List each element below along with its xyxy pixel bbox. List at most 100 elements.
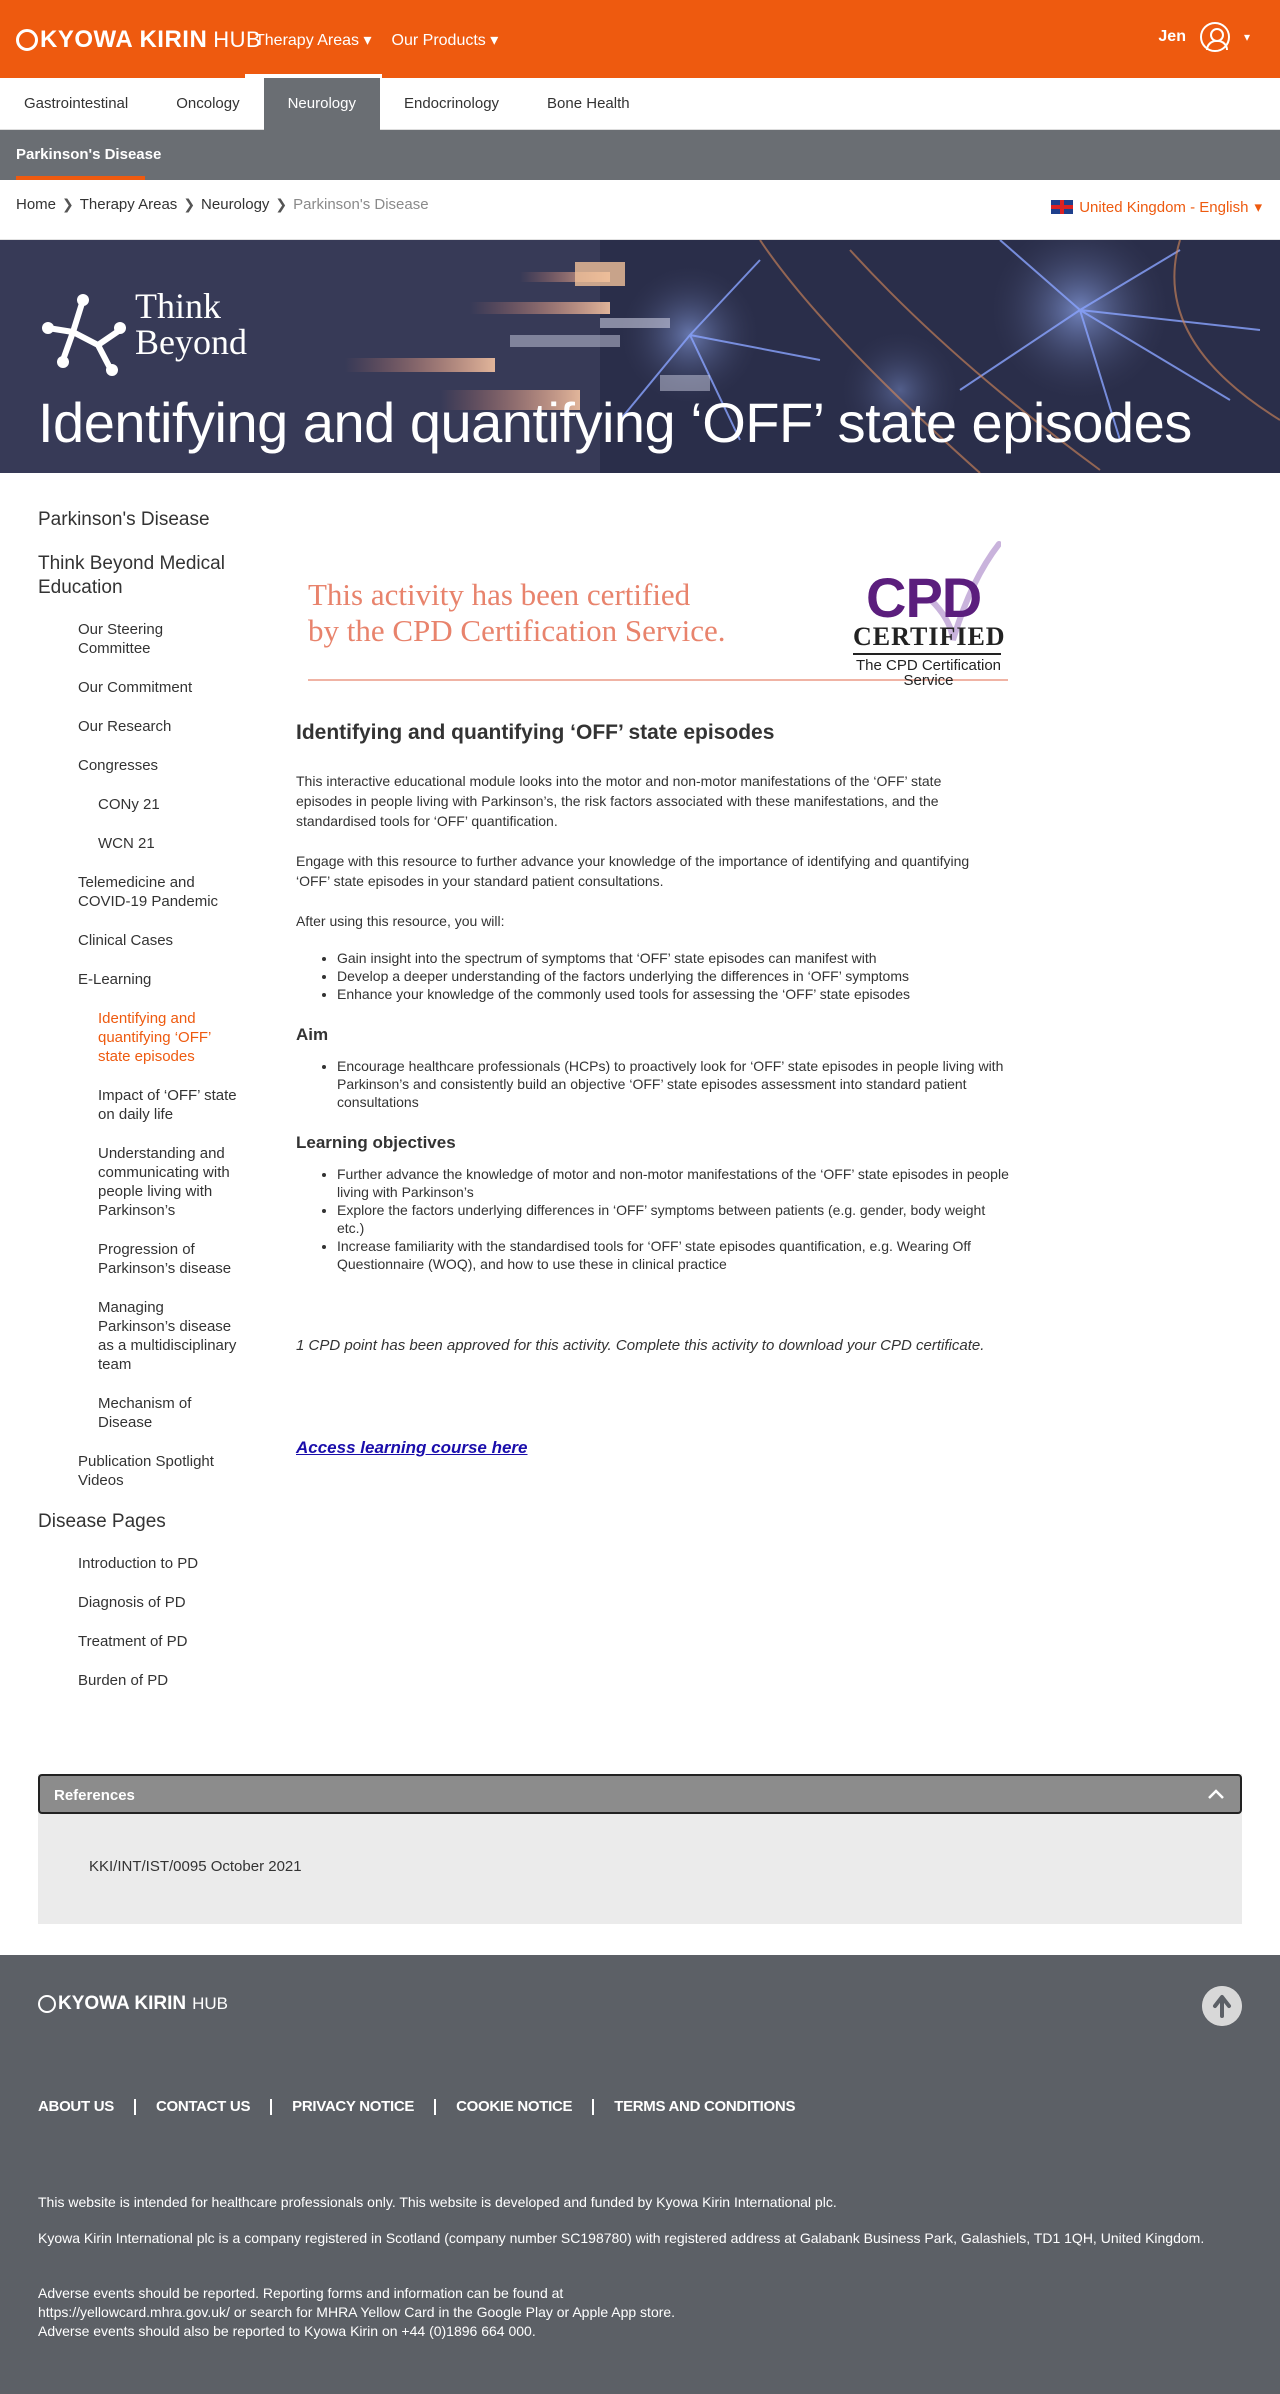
intro-paragraph: This interactive educational module look… bbox=[296, 773, 942, 829]
cpd-certified-statement: This activity has been certified by the … bbox=[308, 577, 798, 649]
aim-list: Encourage healthcare professionals (HCPs… bbox=[296, 1057, 1016, 1111]
tab-neurology[interactable]: Neurology bbox=[263, 78, 380, 130]
tab-oncology[interactable]: Oncology bbox=[152, 78, 263, 130]
sidebar-item-think-beyond[interactable]: Think Beyond Medical Education bbox=[38, 552, 238, 600]
tab-bone-health[interactable]: Bone Health bbox=[523, 78, 654, 130]
locale-selector[interactable]: United Kingdom - English ▾ bbox=[1051, 198, 1262, 216]
kyowa-logo-icon bbox=[38, 1995, 56, 2013]
content-heading: Identifying and quantifying ‘OFF’ state … bbox=[296, 721, 775, 744]
list-item: Explore the factors underlying differenc… bbox=[337, 1201, 1016, 1237]
sidebar-item-parkinsons-disease[interactable]: Parkinson's Disease bbox=[38, 508, 238, 532]
breadcrumb-therapy-areas[interactable]: Therapy Areas bbox=[80, 196, 178, 213]
footer-logo-hub: HUB bbox=[192, 1994, 228, 2013]
sidebar-item-progression[interactable]: Progression of Parkinson’s disease bbox=[38, 1240, 238, 1278]
sidebar-item-identifying-off-state[interactable]: Identifying and quantifying ‘OFF’ state … bbox=[38, 1009, 238, 1066]
sidebar-item-burden-pd[interactable]: Burden of PD bbox=[38, 1671, 238, 1690]
cpd-logo-text: CPD bbox=[866, 566, 982, 629]
nav-our-products[interactable]: Our Products ▾ bbox=[382, 0, 509, 78]
sidebar-item-diagnosis-pd[interactable]: Diagnosis of PD bbox=[38, 1593, 238, 1612]
main-content: This activity has been certified by the … bbox=[296, 520, 1016, 1458]
hero-banner: Think Beyond Identifying and quantifying… bbox=[0, 240, 1280, 473]
sidebar-item-our-commitment[interactable]: Our Commitment bbox=[38, 678, 238, 697]
footer-intended-audience: This website is intended for healthcare … bbox=[38, 2194, 837, 2210]
adverse-events-line-1: Adverse events should be reported. Repor… bbox=[38, 2285, 564, 2301]
references-panel: References KKI/INT/IST/0095 October 2021 bbox=[38, 1774, 1242, 1924]
therapy-area-tabs: Gastrointestinal Oncology Neurology Endo… bbox=[0, 78, 1280, 130]
user-menu[interactable]: Jen ▾ bbox=[1158, 22, 1250, 52]
sidebar-item-steering-committee[interactable]: Our Steering Committee bbox=[38, 620, 238, 658]
top-header: KYOWA KIRIN HUB Therapy Areas ▾ Our Prod… bbox=[0, 0, 1280, 78]
sidebar-item-e-learning[interactable]: E-Learning bbox=[38, 970, 238, 989]
cpd-certified-logo: CPD CERTIFIED The CPD Certification Serv… bbox=[851, 540, 1011, 688]
cpd-certified-text: CERTIFIED bbox=[853, 622, 1006, 651]
sidebar-item-treatment-pd[interactable]: Treatment of PD bbox=[38, 1632, 238, 1651]
references-header[interactable]: References bbox=[38, 1774, 1242, 1814]
cpd-service-text: The CPD Certification Service bbox=[851, 658, 1006, 688]
think-beyond-wordmark: Think Beyond bbox=[135, 288, 247, 360]
cpd-statement-line-1: This activity has been certified bbox=[308, 577, 691, 612]
sub-navigation: Parkinson's Disease bbox=[0, 130, 1280, 180]
footer-logo-text: KYOWA KIRIN bbox=[58, 1993, 187, 2014]
uk-flag-icon bbox=[1051, 200, 1074, 214]
list-item: Increase familiarity with the standardis… bbox=[337, 1237, 1016, 1273]
adverse-events-line-3: Adverse events should also be reported t… bbox=[38, 2323, 536, 2339]
kyowa-logo-icon bbox=[16, 29, 38, 51]
subnav-parkinsons-disease[interactable]: Parkinson's Disease bbox=[16, 146, 161, 163]
outcomes-list: Gain insight into the spectrum of sympto… bbox=[296, 949, 1016, 1003]
sidebar-item-publication-spotlight[interactable]: Publication Spotlight Videos bbox=[38, 1452, 238, 1490]
engage-paragraph: Engage with this resource to further adv… bbox=[296, 853, 970, 889]
footer-link-cookie-notice[interactable]: COOKIE NOTICE bbox=[434, 2099, 592, 2115]
breadcrumb-neurology[interactable]: Neurology bbox=[201, 196, 269, 213]
sidebar-item-wcn-21[interactable]: WCN 21 bbox=[38, 834, 238, 853]
footer-company-registration: Kyowa Kirin International plc is a compa… bbox=[38, 2230, 1205, 2246]
cpd-statement-line-2: by the CPD Certification Service. bbox=[308, 613, 726, 648]
logo-text: KYOWA KIRIN bbox=[40, 26, 208, 53]
cpd-service-line-1: The CPD Certification bbox=[855, 657, 1002, 674]
sidebar-item-clinical-cases[interactable]: Clinical Cases bbox=[38, 931, 238, 950]
chevron-right-icon: ❯ bbox=[62, 196, 74, 212]
after-using-paragraph: After using this resource, you will: bbox=[296, 913, 505, 929]
learning-objectives-list: Further advance the knowledge of motor a… bbox=[296, 1165, 1016, 1273]
kyowa-kirin-hub-logo[interactable]: KYOWA KIRIN HUB bbox=[16, 26, 261, 54]
sidebar-item-managing[interactable]: Managing Parkinson’s disease as a multid… bbox=[38, 1298, 238, 1374]
sidebar-item-mechanism[interactable]: Mechanism of Disease bbox=[38, 1394, 238, 1432]
list-item: Enhance your knowledge of the commonly u… bbox=[337, 985, 1016, 1003]
sidebar-item-telemedicine[interactable]: Telemedicine and COVID-19 Pandemic bbox=[38, 873, 238, 911]
breadcrumb-bar: Home ❯ Therapy Areas ❯ Neurology ❯ Parki… bbox=[0, 180, 1280, 240]
list-item: Gain insight into the spectrum of sympto… bbox=[337, 949, 1016, 967]
access-learning-course-link[interactable]: Access learning course here bbox=[296, 1438, 1016, 1458]
breadcrumb-home[interactable]: Home bbox=[16, 196, 56, 213]
sidebar-item-our-research[interactable]: Our Research bbox=[38, 717, 238, 736]
brand-line-2: Beyond bbox=[135, 322, 247, 362]
back-to-top-button[interactable] bbox=[1202, 1986, 1242, 2026]
divider bbox=[853, 653, 1001, 655]
top-nav: Therapy Areas ▾ Our Products ▾ bbox=[245, 0, 508, 78]
tab-endocrinology[interactable]: Endocrinology bbox=[380, 78, 523, 130]
footer-link-privacy-notice[interactable]: PRIVACY NOTICE bbox=[270, 2099, 434, 2115]
sidebar-nav: Parkinson's Disease Think Beyond Medical… bbox=[38, 508, 238, 1710]
sidebar-item-congresses[interactable]: Congresses bbox=[38, 756, 238, 775]
tab-gastrointestinal[interactable]: Gastrointestinal bbox=[0, 78, 152, 130]
nav-therapy-areas[interactable]: Therapy Areas ▾ bbox=[245, 0, 382, 78]
footer-link-contact-us[interactable]: CONTACT US bbox=[133, 2099, 270, 2115]
footer-logo[interactable]: KYOWA KIRIN HUB bbox=[38, 1993, 228, 2015]
user-avatar-icon bbox=[1199, 22, 1230, 52]
breadcrumb-current: Parkinson's Disease bbox=[293, 196, 429, 213]
list-item: Develop a deeper understanding of the fa… bbox=[337, 967, 1016, 985]
chevron-down-icon: ▾ bbox=[1243, 30, 1250, 44]
sidebar-item-impact-off-state[interactable]: Impact of ‘OFF’ state on daily life bbox=[38, 1086, 238, 1124]
chevron-down-icon: ▾ bbox=[1254, 199, 1262, 216]
footer-adverse-events: Adverse events should be reported. Repor… bbox=[38, 2284, 1242, 2341]
sidebar-item-cony-21[interactable]: CONy 21 bbox=[38, 795, 238, 814]
sidebar-item-understanding-communicating[interactable]: Understanding and communicating with peo… bbox=[38, 1144, 238, 1220]
footer-link-terms[interactable]: TERMS AND CONDITIONS bbox=[592, 2099, 815, 2115]
sidebar-item-introduction-pd[interactable]: Introduction to PD bbox=[38, 1554, 238, 1573]
cpd-point-note: 1 CPD point has been approved for this a… bbox=[296, 1337, 985, 1354]
list-item: Further advance the knowledge of motor a… bbox=[337, 1165, 1016, 1201]
sidebar-item-disease-pages[interactable]: Disease Pages bbox=[38, 1510, 238, 1534]
footer-link-about-us[interactable]: ABOUT US bbox=[38, 2099, 134, 2115]
page-title: Identifying and quantifying ‘OFF’ state … bbox=[38, 391, 1192, 454]
chevron-up-icon[interactable] bbox=[1206, 1784, 1226, 1804]
references-title: References bbox=[54, 1787, 135, 1804]
footer-links: ABOUT US CONTACT US PRIVACY NOTICE COOKI… bbox=[38, 2099, 815, 2115]
